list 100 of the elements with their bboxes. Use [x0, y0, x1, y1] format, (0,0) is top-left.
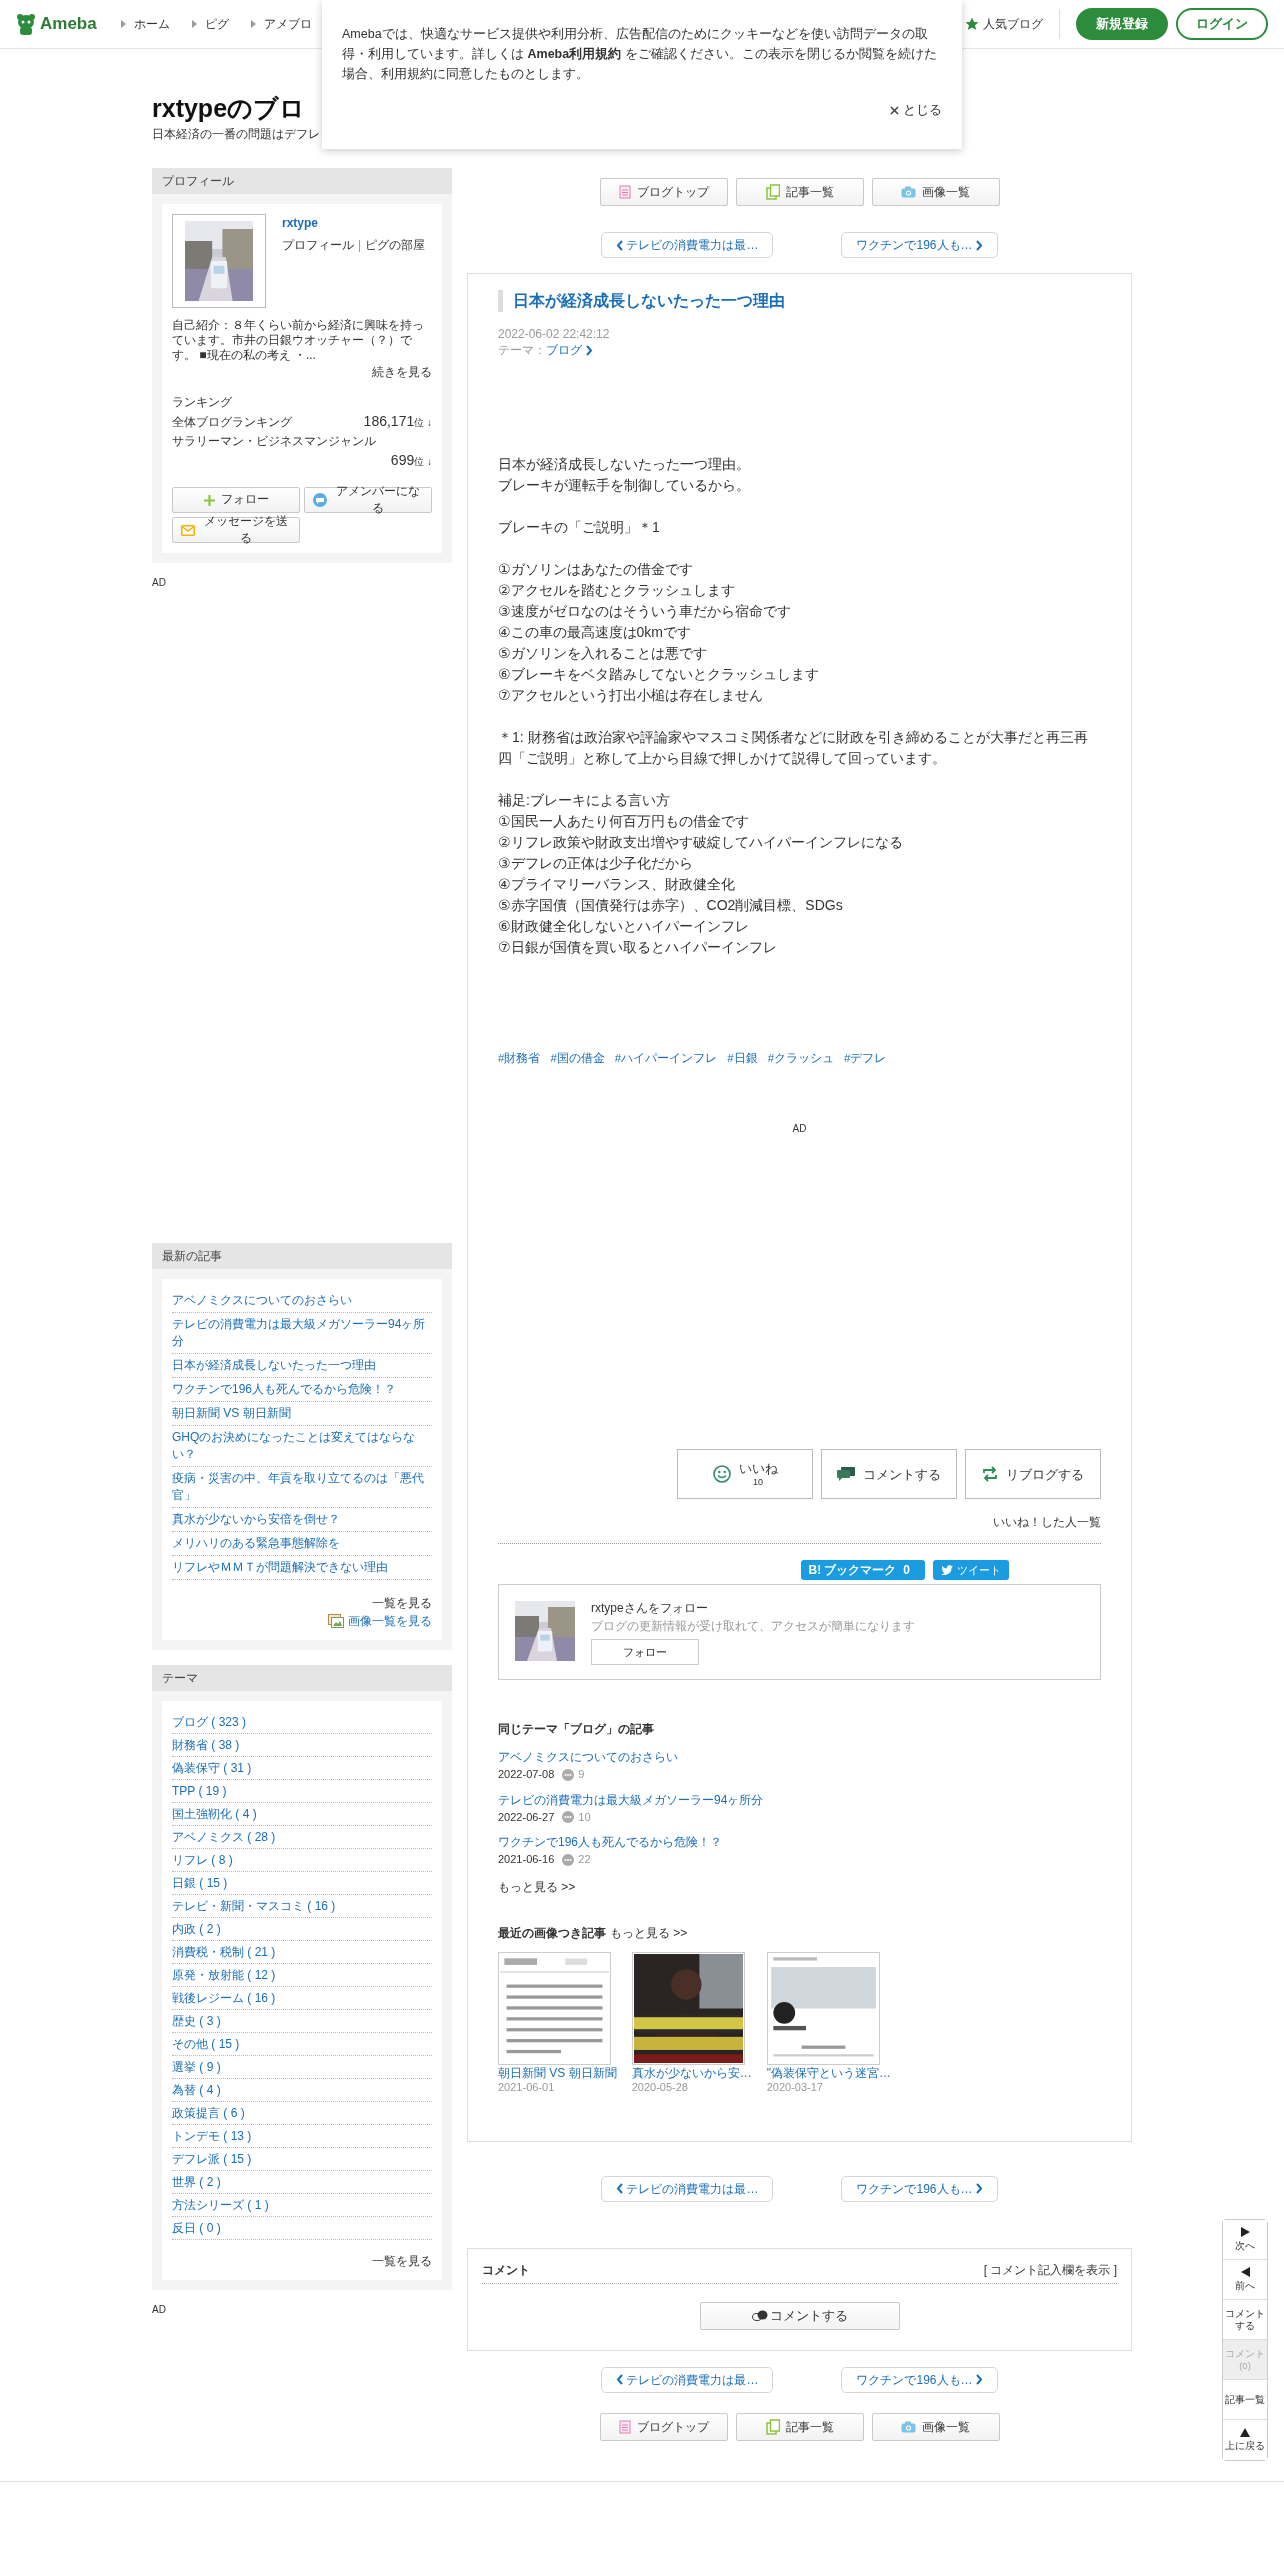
more-link[interactable]: もっと見る >>: [498, 1879, 576, 1894]
theme-link[interactable]: ブログ: [546, 342, 593, 358]
hashtag-link[interactable]: #クラッシュ: [767, 1050, 835, 1068]
reaction-button[interactable]: コメントする: [821, 1449, 957, 1500]
recent-article-link[interactable]: 日本が経済成長しないたった一つ理由: [172, 1354, 432, 1378]
nav-button[interactable]: ブログトップ: [599, 2412, 728, 2441]
theme-link[interactable]: アベノミクス ( 28 ): [172, 1826, 432, 1849]
reaction-button[interactable]: いいね 10: [677, 1449, 813, 1500]
nav-button[interactable]: 画像一覧: [871, 2412, 1000, 2441]
recent-article-link[interactable]: アベノミクスについてのおさらい: [172, 1289, 432, 1313]
nav-button[interactable]: 記事一覧: [735, 178, 864, 206]
floating-nav-button[interactable]: 次へ: [1223, 2220, 1267, 2260]
recent-article-link[interactable]: リフレやＭＭＴが問題解決できない理由: [172, 1556, 432, 1580]
theme-link[interactable]: ブログ ( 323 ): [172, 1711, 432, 1734]
popular-blogs-link[interactable]: 人気ブログ: [983, 15, 1043, 33]
logo[interactable]: Ameba: [40, 11, 97, 37]
next-article-link[interactable]: ワクチンで196人も…: [841, 2366, 998, 2393]
prev-article-link[interactable]: テレビの消費電力は最…: [601, 232, 774, 258]
nav-link[interactable]: アメブロ: [263, 15, 312, 33]
profile-button[interactable]: メッセージを送る: [172, 517, 300, 543]
theme-link[interactable]: リフレ ( 8 ): [172, 1849, 432, 1872]
hashtag-link[interactable]: #デフレ: [844, 1050, 887, 1068]
image-article-link[interactable]: 朝日新聞 VS 朝日新聞: [498, 2064, 617, 2081]
triangle-icon: [250, 20, 256, 28]
theme-link[interactable]: トンデモ ( 13 ): [172, 2125, 432, 2148]
hashtag-link[interactable]: #国の借金: [550, 1050, 605, 1068]
theme-link[interactable]: その他 ( 15 ): [172, 2033, 432, 2056]
image-list-link[interactable]: 画像一覧を見る: [328, 1612, 432, 1630]
profile-name-link[interactable]: rxtype: [282, 214, 426, 232]
profile-link[interactable]: プロフィール: [282, 236, 354, 254]
theme-link[interactable]: 国土強靭化 ( 4 ): [172, 1803, 432, 1826]
login-button[interactable]: ログイン: [1176, 8, 1268, 40]
nav-button[interactable]: ブログトップ: [599, 178, 728, 206]
next-article-link[interactable]: ワクチンで196人も…: [841, 232, 998, 258]
recent-article-link[interactable]: テレビの消費電力は最大級メガソーラー94ヶ所分: [172, 1313, 432, 1354]
prev-article-link[interactable]: テレビの消費電力は最…: [601, 2175, 774, 2202]
view-all-link[interactable]: 一覧を見る: [372, 1596, 432, 1610]
blog-title[interactable]: rxtypeのブロ: [152, 93, 306, 123]
theme-link[interactable]: 世界 ( 2 ): [172, 2171, 432, 2194]
recent-article-link[interactable]: GHQのお決めになったことは変えてはならない？: [172, 1426, 432, 1467]
nav-button[interactable]: 画像一覧: [871, 178, 1000, 206]
recent-article-link[interactable]: ワクチンで196人も死んでるから危険！？: [172, 1378, 432, 1402]
like-count: 10: [752, 1476, 764, 1488]
theme-link[interactable]: 内政 ( 2 ): [172, 1918, 432, 1941]
recent-article-link[interactable]: 真水が少ないから安倍を倒せ？: [172, 1508, 432, 1532]
hashtag-link[interactable]: #ハイパーインフレ: [614, 1050, 718, 1068]
next-article-link[interactable]: ワクチンで196人も…: [841, 2175, 998, 2202]
comment-button[interactable]: コメントする: [699, 2301, 900, 2330]
ranking-link[interactable]: 全体ブログランキング: [172, 412, 292, 431]
likers-link[interactable]: いいね！した人一覧: [993, 1515, 1101, 1530]
profile-button[interactable]: アメンバーになる: [304, 487, 432, 513]
hashtag-link[interactable]: #財務省: [498, 1050, 541, 1068]
follow-button[interactable]: フォロー: [591, 1639, 699, 1666]
image-article-link[interactable]: 真水が少ないから安…: [631, 2064, 752, 2081]
theme-link[interactable]: 政策提言 ( 6 ): [172, 2102, 432, 2125]
tweet-button[interactable]: ツイート: [932, 1560, 1009, 1581]
view-all-link[interactable]: 一覧を見る: [372, 2254, 432, 2268]
terms-link[interactable]: Ameba利用規約: [527, 47, 622, 61]
bookmark-button[interactable]: B! ブックマーク 0: [800, 1560, 925, 1581]
prev-article-link[interactable]: テレビの消費電力は最…: [601, 2366, 774, 2393]
theme-link[interactable]: 財務省 ( 38 ): [172, 1734, 432, 1757]
read-more-link[interactable]: 続きを見る: [372, 365, 432, 379]
chevron-left-icon: [616, 2374, 624, 2386]
signup-button[interactable]: 新規登録: [1076, 8, 1168, 40]
theme-link[interactable]: テレビ・新聞・マスコミ ( 16 ): [172, 1895, 432, 1918]
related-article-link[interactable]: アベノミクスについてのおさらい: [498, 1748, 1101, 1767]
profile-photo-frame[interactable]: [172, 214, 266, 308]
article-title[interactable]: 日本が経済成長しないたった一つ理由: [498, 290, 1101, 312]
theme-link[interactable]: 戦後レジーム ( 16 ): [172, 1987, 432, 2010]
theme-link[interactable]: 原発・放射能 ( 12 ): [172, 1964, 432, 1987]
theme-link[interactable]: 為替 ( 4 ): [172, 2079, 432, 2102]
theme-link[interactable]: 消費税・税制 ( 21 ): [172, 1941, 432, 1964]
theme-link[interactable]: デフレ派 ( 15 ): [172, 2148, 432, 2171]
theme-link[interactable]: ブログ: [570, 1722, 606, 1737]
recent-article-link[interactable]: 疫病・災害の中、年貢を取り立てるのは「悪代官」: [172, 1467, 432, 1508]
related-article-link[interactable]: ワクチンで196人も死んでるから危険！？: [498, 1833, 1101, 1852]
nav-link[interactable]: ピグ: [204, 15, 229, 33]
profile-link[interactable]: ピグの部屋: [365, 236, 426, 254]
theme-link[interactable]: 反日 ( 0 ): [172, 2217, 432, 2240]
reaction-button[interactable]: リブログする: [965, 1449, 1101, 1500]
nav-button[interactable]: 記事一覧: [735, 2412, 864, 2441]
nav-link[interactable]: ホーム: [133, 15, 170, 33]
hashtag-link[interactable]: #日銀: [727, 1050, 758, 1068]
theme-link[interactable]: 選挙 ( 9 ): [172, 2056, 432, 2079]
close-button[interactable]: とじる: [890, 100, 942, 120]
theme-link[interactable]: 日銀 ( 15 ): [172, 1872, 432, 1895]
recent-article-link[interactable]: 朝日新聞 VS 朝日新聞: [172, 1402, 432, 1426]
image-article-link[interactable]: "偽装保守という迷宮…: [766, 2064, 891, 2081]
theme-link[interactable]: 方法シリーズ ( 1 ): [172, 2194, 432, 2217]
theme-link[interactable]: 歴史 ( 3 ): [172, 2010, 432, 2033]
ranking-link[interactable]: サラリーマン・ビジネスマンジャンル: [172, 434, 376, 448]
theme-label: テーマ：: [498, 342, 546, 358]
recent-article-link[interactable]: メリハリのある緊急事態解除を: [172, 1532, 432, 1556]
section-heading: テーマ: [152, 1665, 452, 1691]
theme-link[interactable]: 偽装保守 ( 31 ): [172, 1757, 432, 1780]
related-article-link[interactable]: テレビの消費電力は最大級メガソーラー94ヶ所分: [498, 1790, 1101, 1809]
show-comment-form-link[interactable]: [ コメント記入欄を表示 ]: [983, 2260, 1117, 2279]
theme-link[interactable]: TPP ( 19 ): [172, 1780, 432, 1803]
profile-button[interactable]: フォロー: [172, 487, 300, 513]
more-link[interactable]: もっと見る >>: [610, 1923, 688, 1942]
